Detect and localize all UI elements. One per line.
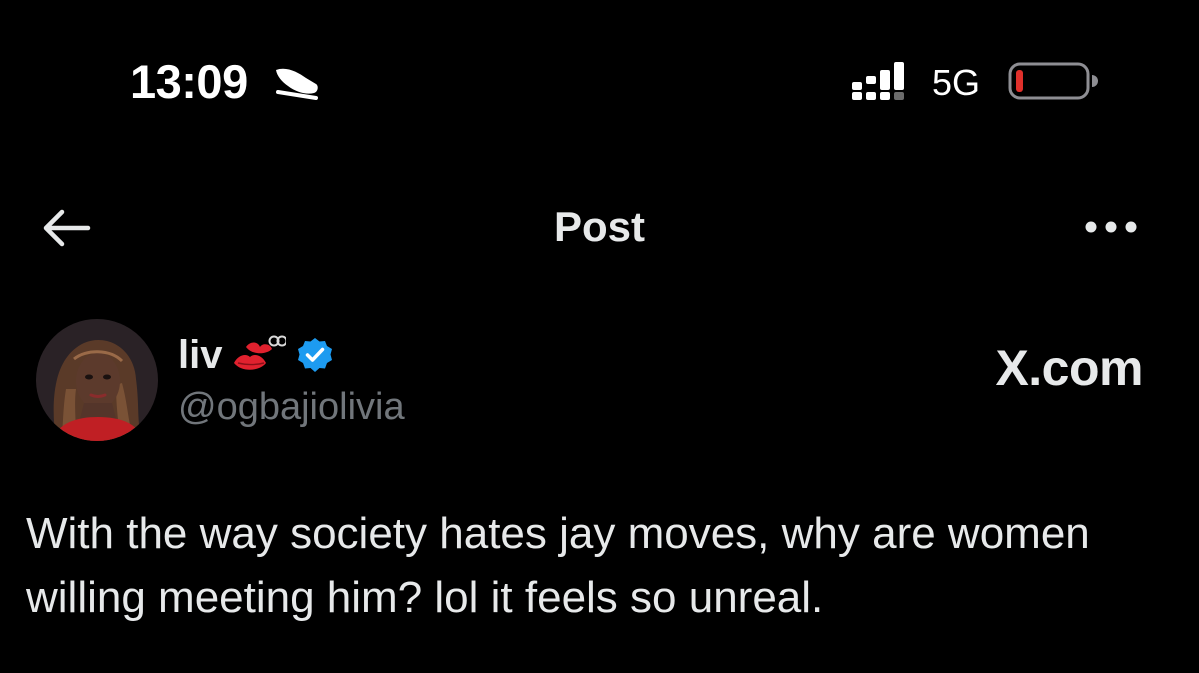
source-watermark: X.com: [995, 340, 1143, 396]
profile-photo: [36, 319, 158, 441]
author-display-name: liv: [178, 333, 223, 377]
verified-badge-icon: [298, 338, 333, 372]
more-horizontal-icon: [1085, 221, 1137, 233]
post-text: With the way society hates jay moves, wh…: [26, 509, 1090, 622]
author-handle[interactable]: @ogbajiolivia: [178, 384, 405, 430]
battery-low-icon: [1008, 62, 1098, 100]
network-type-label: 5G: [932, 62, 981, 103]
more-options-button[interactable]: [1080, 205, 1142, 249]
avatar[interactable]: [36, 319, 158, 441]
cellular-signal-icon: [852, 62, 904, 100]
author-name-row[interactable]: liv: [178, 330, 334, 380]
page-title: Post: [553, 203, 645, 250]
sleep-focus-icon: [276, 68, 318, 100]
status-time: 13:09: [130, 55, 248, 108]
lips-kiss-emoji-icon: [234, 335, 287, 370]
